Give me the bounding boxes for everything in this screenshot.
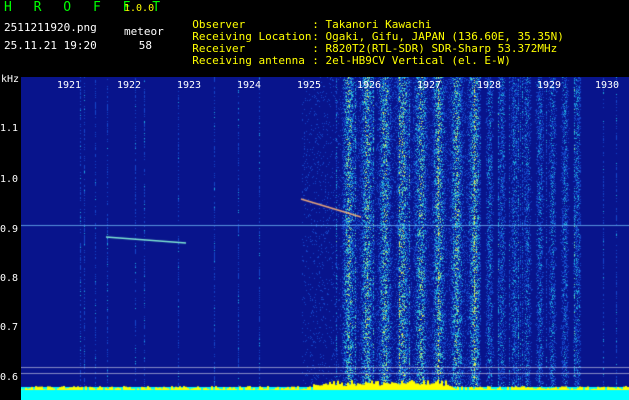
time-tick-label: 1922 (116, 80, 142, 91)
frequency-tick-label: 1.1 (0, 123, 19, 134)
time-tick-label: 1927 (416, 80, 442, 91)
frequency-tick-label: 0.7 (0, 322, 19, 333)
file-name: 2511211920.png (4, 21, 97, 34)
frequency-tick-label: 1.0 (0, 174, 19, 185)
time-tick-label: 1923 (176, 80, 202, 91)
time-tick-label: 1930 (594, 80, 620, 91)
spectrogram-canvas (21, 77, 629, 400)
time-tick-label: 1921 (56, 80, 82, 91)
frequency-tick-label: 0.8 (0, 273, 19, 284)
timestamp: 25.11.21 19:20 (4, 39, 97, 52)
frequency-tick-label: 0.9 (0, 224, 19, 235)
info-label: Receiving antenna (192, 54, 305, 67)
time-tick-label: 1926 (356, 80, 382, 91)
app-version: 1.0.0 (124, 3, 155, 14)
info-row-antenna: Receiving antenna : 2el-HB9CV Vertical (e… (179, 41, 511, 67)
time-tick-label: 1925 (296, 80, 322, 91)
time-tick-label: 1924 (236, 80, 262, 91)
detection-label: meteor (124, 25, 164, 38)
frequency-tick-label: 0.6 (0, 372, 19, 383)
info-value: : 2el-HB9CV Vertical (el. E-W) (312, 54, 511, 67)
time-tick-label: 1929 (536, 80, 562, 91)
detection-count: 58 (138, 39, 152, 52)
time-tick-label: 1928 (476, 80, 502, 91)
frequency-unit-label: kHz (1, 74, 20, 85)
